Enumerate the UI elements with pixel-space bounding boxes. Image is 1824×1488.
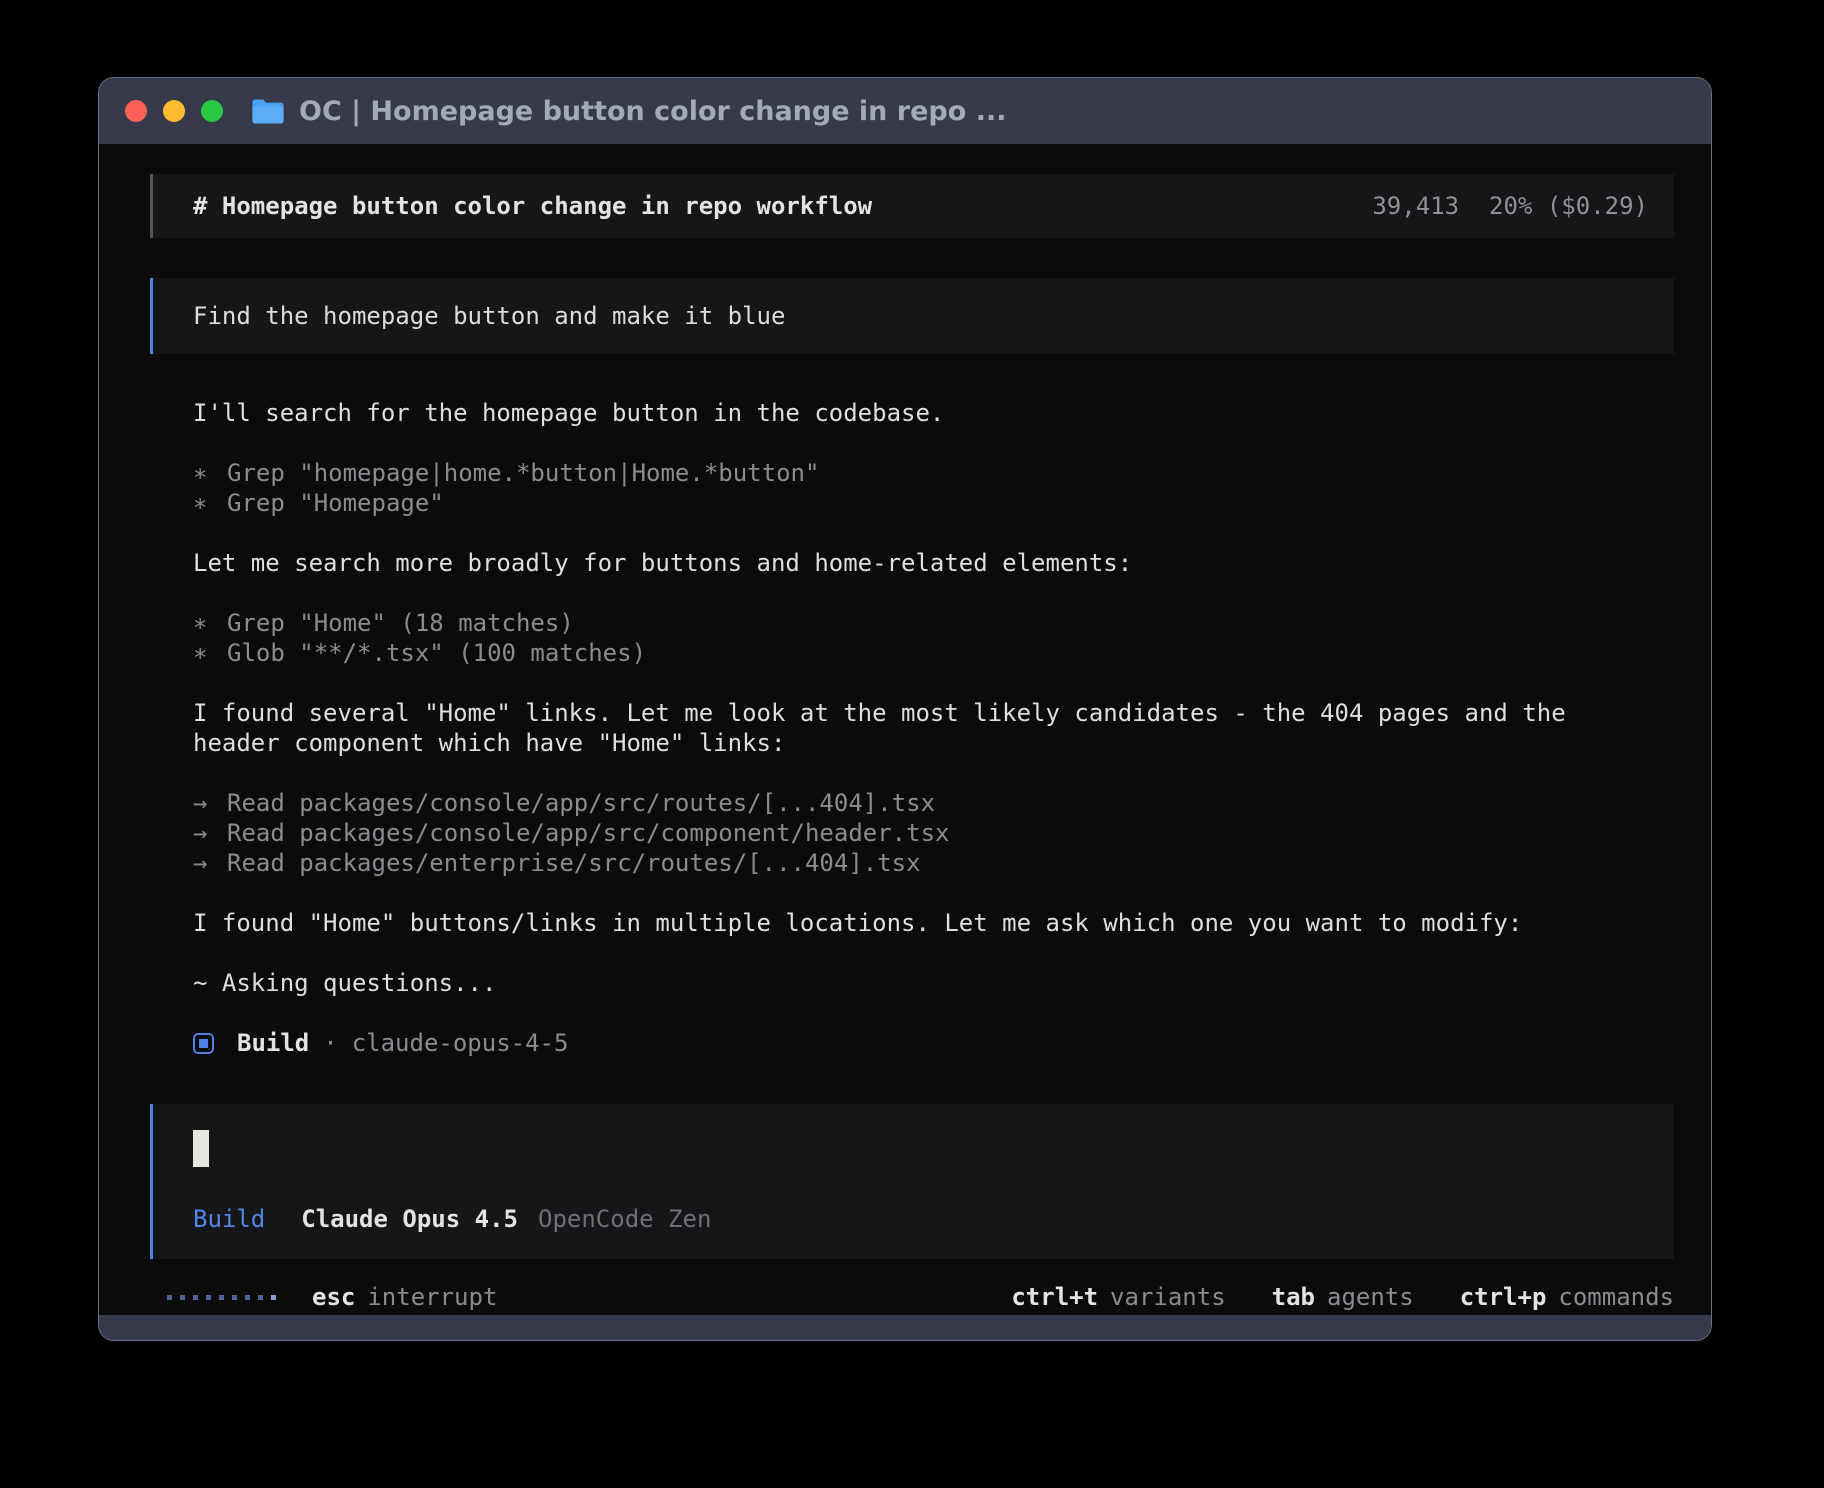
spacer <box>193 518 1674 548</box>
arrow-right-icon: → <box>193 818 227 848</box>
tool-call: ∗Grep "Homepage" <box>193 488 1674 518</box>
text-cursor <box>193 1130 209 1167</box>
shortcut-desc: interrupt <box>367 1283 497 1311</box>
spacer <box>193 758 1674 788</box>
agent-status-line: Build · claude-opus-4-5 <box>193 1028 1674 1058</box>
tool-call: ∗Glob "**/*.tsx" (100 matches) <box>193 638 1674 668</box>
tool-call: →Read packages/enterprise/src/routes/[..… <box>193 848 1674 878</box>
transcript: I'll search for the homepage button in t… <box>150 398 1674 1058</box>
spacer <box>193 428 1674 458</box>
shortcut-desc: agents <box>1327 1283 1414 1311</box>
tool-call: →Read packages/console/app/src/component… <box>193 818 1674 848</box>
tool-call-text: Glob "**/*.tsx" (100 matches) <box>227 639 646 667</box>
shortcut-variants: ctrl+t variants <box>1011 1283 1225 1311</box>
shortcut-desc: variants <box>1110 1283 1226 1311</box>
prompt-input[interactable]: Build Claude Opus 4.5 OpenCode Zen <box>150 1104 1674 1259</box>
shortcut-key: tab <box>1272 1283 1315 1311</box>
spinner-dot <box>258 1295 263 1300</box>
minimize-button[interactable] <box>163 100 185 122</box>
assistant-message: ~ Asking questions... <box>193 968 1674 998</box>
spacer <box>193 878 1674 908</box>
tool-call-text: Read packages/enterprise/src/routes/[...… <box>227 849 921 877</box>
assistant-message: Let me search more broadly for buttons a… <box>193 548 1674 578</box>
agent-label: Build <box>237 1028 309 1058</box>
shortcut-hints: ctrl+t variants tab agents ctrl+p commands <box>1011 1283 1674 1311</box>
spinner-dots-icon <box>167 1295 276 1300</box>
asterisk-icon: ∗ <box>193 488 227 518</box>
tool-call: ∗Grep "Home" (18 matches) <box>193 608 1674 638</box>
spacer <box>193 578 1674 608</box>
separator-dot: · <box>323 1028 337 1058</box>
assistant-message: I found "Home" buttons/links in multiple… <box>193 908 1674 938</box>
status-bar: escinterrupt ctrl+tvariantstabagentsctrl… <box>150 1283 1674 1311</box>
spinner-dot <box>206 1295 211 1300</box>
user-message-text: Find the homepage button and make it blu… <box>193 302 1648 330</box>
titlebar[interactable]: OC | Homepage button color change in rep… <box>99 78 1711 144</box>
session-header: # Homepage button color change in repo w… <box>150 174 1674 238</box>
spacer <box>193 998 1674 1028</box>
window-bottom-strip <box>99 1315 1711 1340</box>
spinner-dot <box>180 1295 185 1300</box>
spinner-dot <box>193 1295 198 1300</box>
zoom-button[interactable] <box>201 100 223 122</box>
asterisk-icon: ∗ <box>193 458 227 488</box>
tool-call-text: Grep "Home" (18 matches) <box>227 609 574 637</box>
spinner-dot <box>167 1295 172 1300</box>
session-stats: 39,413 20% ($0.29) <box>1372 192 1648 220</box>
provider-name: OpenCode Zen <box>538 1205 711 1233</box>
tool-call-text: Grep "Homepage" <box>227 489 444 517</box>
shortcut-interrupt: esc interrupt <box>312 1283 497 1311</box>
model-name: Claude Opus 4.5 <box>301 1205 518 1233</box>
prompt-footer: Build Claude Opus 4.5 OpenCode Zen <box>193 1205 1648 1233</box>
shortcut-key: ctrl+p <box>1460 1283 1547 1311</box>
assistant-message: I found several "Home" links. Let me loo… <box>193 698 1613 758</box>
spinner-dot <box>219 1295 224 1300</box>
session-title: # Homepage button color change in repo w… <box>193 192 872 220</box>
tool-call-text: Read packages/console/app/src/routes/[..… <box>227 789 935 817</box>
spacer <box>193 668 1674 698</box>
spacer <box>193 938 1674 968</box>
close-button[interactable] <box>125 100 147 122</box>
tool-call: ∗Grep "homepage|home.*button|Home.*butto… <box>193 458 1674 488</box>
shortcut-key: ctrl+t <box>1011 1283 1098 1311</box>
folder-icon <box>251 98 285 125</box>
arrow-right-icon: → <box>193 788 227 818</box>
asterisk-icon: ∗ <box>193 638 227 668</box>
spinner-dot <box>245 1295 250 1300</box>
arrow-right-icon: → <box>193 848 227 878</box>
window-title: OC | Homepage button color change in rep… <box>299 96 1006 127</box>
assistant-message: I'll search for the homepage button in t… <box>193 398 1674 428</box>
agent-model: claude-opus-4-5 <box>352 1028 569 1058</box>
session-view: # Homepage button color change in repo w… <box>99 144 1711 1311</box>
shortcut-desc: commands <box>1558 1283 1674 1311</box>
shortcut-key: esc <box>312 1283 355 1311</box>
context-cost: 20% ($0.29) <box>1489 192 1648 220</box>
shortcut-commands: ctrl+p commands <box>1460 1283 1674 1311</box>
spinner-dot <box>232 1295 237 1300</box>
agent-selector[interactable]: Build <box>193 1205 265 1233</box>
agent-build-icon <box>193 1033 214 1054</box>
asterisk-icon: ∗ <box>193 608 227 638</box>
token-count: 39,413 <box>1372 192 1459 220</box>
terminal-window: OC | Homepage button color change in rep… <box>98 77 1712 1341</box>
tool-call-text: Grep "homepage|home.*button|Home.*button… <box>227 459 819 487</box>
spinner-dot <box>271 1295 276 1300</box>
user-message: Find the homepage button and make it blu… <box>150 278 1674 354</box>
shortcut-agents: tab agents <box>1272 1283 1414 1311</box>
tool-call-text: Read packages/console/app/src/component/… <box>227 819 949 847</box>
window-controls <box>125 100 223 122</box>
tool-call: →Read packages/console/app/src/routes/[.… <box>193 788 1674 818</box>
